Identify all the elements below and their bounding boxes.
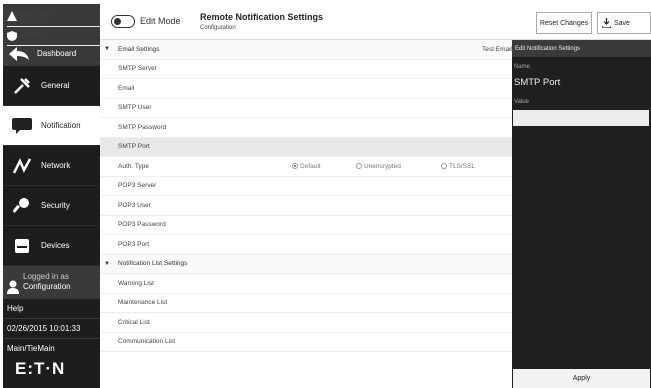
value-input[interactable] [513,110,649,126]
row-label: Maintenance List [118,299,168,307]
email-settings-header[interactable]: ▼ Email Settings Test Email [100,40,512,60]
radio-selected-icon [292,163,298,170]
list-item-smtp-password[interactable]: SMTP Password [100,118,512,138]
list-item-maintenance-list[interactable]: Maintenance List [100,294,512,313]
list-item-pop3-port[interactable]: POP3 Port [100,235,512,255]
list-item-email[interactable]: Email [100,79,512,99]
save-icon [602,18,611,28]
row-label: SMTP User [118,104,152,112]
row-label: Warning List [118,279,154,287]
radio-label: TLS/SSL [449,162,476,170]
row-label: SMTP Password [118,123,167,131]
name-label: Name [514,64,531,70]
row-label: POP3 Server [118,182,157,190]
logged-in-text: Logged in as Configuration [23,272,71,292]
sidebar-item-notification[interactable]: Notification [3,106,100,146]
help-link[interactable]: Help [3,298,100,318]
eaton-logo: E:T·N [15,359,66,378]
sidebar-item-devices[interactable]: Devices [3,226,100,266]
list-item-pop3-server[interactable]: POP3 Server [100,177,512,196]
panel-title: Edit Notification Settings [512,40,651,57]
toggle-knob [114,17,121,25]
network-icon [11,155,33,177]
section-title: Email Settings [118,45,160,53]
auth-radio-unencrypted[interactable]: Unencrypted [356,163,401,170]
page-subtitle: Configuration [200,25,236,31]
row-label: POP3 User [118,201,151,209]
row-label: Critical List [118,318,150,326]
settings-list: ▼ Email Settings Test Email SMTP Server … [100,40,512,388]
caret-down-icon: ▼ [104,46,110,53]
header-bar: Edit Mode Remote Notification Settings C… [100,4,651,40]
ppe-level-text: PPE Level: 1 [20,12,58,20]
ppe-level-row: PPE Level: 1 [7,7,100,27]
datetime-text: 02/26/2015 10:01:33 [3,318,100,338]
radio-icon [356,163,362,170]
key-icon [11,195,33,217]
location-text: Main/TieMain [3,338,100,358]
sidebar-item-label: General [41,81,70,90]
save-label: Save [614,19,630,27]
back-arrow-icon [9,46,29,61]
logged-in-label: Logged in as [23,272,69,281]
page-title: Remote Notification Settings [200,12,324,22]
apply-button[interactable]: Apply [513,369,650,388]
user-name: Configuration [23,282,71,291]
sidebar-item-general[interactable]: General [3,66,100,106]
sidebar-item-label: Notification [41,121,81,130]
arms-status-text: ARMS On [20,31,50,39]
row-label: Auth. Type [118,162,149,170]
list-item-communication-list[interactable]: Communication List [100,333,512,352]
radio-icon [441,163,447,170]
shield-icon [7,30,17,41]
edit-mode-toggle[interactable] [111,15,135,28]
warning-icon [7,11,17,22]
row-label: Email [118,84,135,92]
edit-panel: Edit Notification Settings Name SMTP Por… [512,40,651,388]
radio-label: Default [300,162,321,170]
chat-bubble-icon [11,115,33,137]
edit-mode-label: Edit Mode [140,16,181,26]
list-item-smtp-server[interactable]: SMTP Server [100,60,512,79]
row-label: SMTP Port [118,143,150,151]
user-icon [7,280,19,294]
caret-down-icon: ▼ [104,260,110,267]
dashboard-label: Dashboard [37,49,77,58]
sidebar-item-network[interactable]: Network [3,146,100,186]
logged-in-user: Logged in as Configuration [3,266,100,298]
sidebar: PPE Level: 1 ARMS On Dashboard General N… [3,4,100,388]
row-label: POP3 Password [118,221,166,229]
auth-radio-tls-ssl[interactable]: TLS/SSL [441,163,475,170]
app-window: PPE Level: 1 ARMS On Dashboard General N… [0,0,651,388]
sidebar-item-label: Network [41,161,71,170]
list-item-pop3-password[interactable]: POP3 Password [100,216,512,235]
value-label: Value [514,99,529,105]
test-email-button[interactable]: Test Email [482,46,512,53]
section-title: Notification List Settings [118,260,188,268]
row-label: POP3 Port [118,240,150,248]
sidebar-item-security[interactable]: Security [3,186,100,226]
list-item-auth-type[interactable]: Auth. Type Default Unencrypted TLS/SSL [100,157,512,177]
list-item-critical-list[interactable]: Critical List [100,313,512,333]
sidebar-item-label: Security [41,201,70,210]
status-panel: PPE Level: 1 ARMS On [3,4,100,46]
list-item-smtp-port[interactable]: SMTP Port [100,137,512,157]
save-button[interactable]: Save [597,12,651,34]
list-item-smtp-user[interactable]: SMTP User [100,99,512,118]
list-item-pop3-user[interactable]: POP3 User [100,196,512,216]
row-label: Communication List [118,338,176,346]
devices-icon [11,235,33,257]
auth-radio-default[interactable]: Default [292,163,321,170]
sidebar-item-label: Devices [41,241,70,250]
notification-list-settings-header[interactable]: ▼ Notification List Settings [100,254,512,274]
name-value: SMTP Port [514,77,561,88]
arms-row: ARMS On [7,27,100,46]
radio-label: Unencrypted [364,162,401,170]
reset-changes-button[interactable]: Reset Changes [536,12,592,34]
row-label: SMTP Server [118,65,157,73]
list-item-warning-list[interactable]: Warning List [100,274,512,294]
tools-icon [11,75,33,97]
